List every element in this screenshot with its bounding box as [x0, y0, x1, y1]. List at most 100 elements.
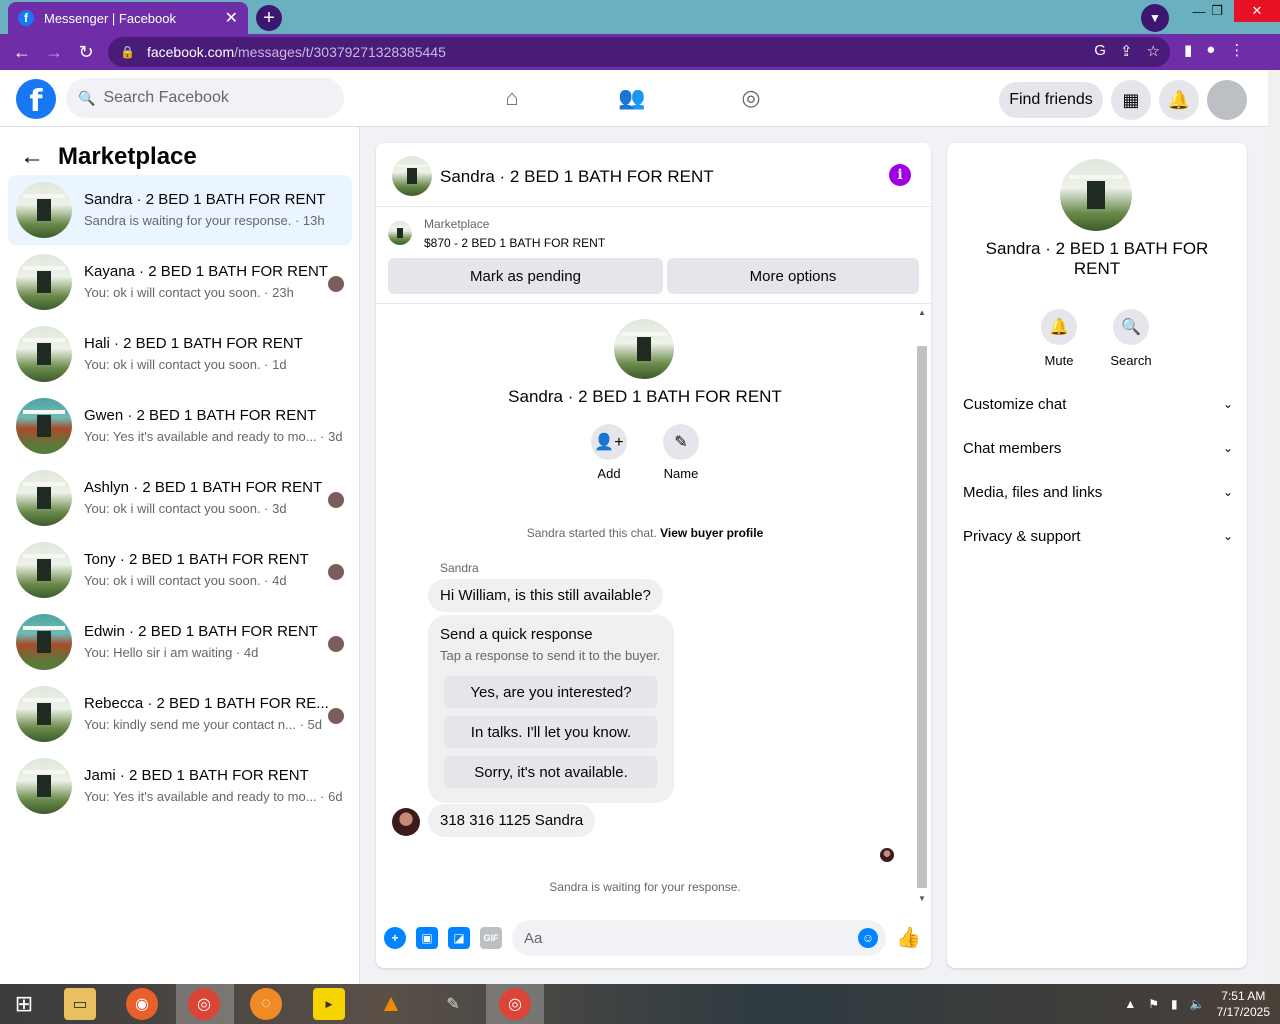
volume-icon[interactable]: 🔈 — [1190, 997, 1205, 1011]
facebook-search-input[interactable]: 🔍 Search Facebook — [66, 78, 344, 118]
chat-scrollbar[interactable]: ▲ ▼ — [916, 308, 928, 904]
new-tab-button[interactable]: + — [256, 5, 282, 31]
conversation-item[interactable]: Kayana · 2 BED 1 BATH FOR RENT You: ok i … — [8, 247, 352, 317]
network-icon[interactable]: ▮ — [1171, 997, 1178, 1011]
clock-date: 7/17/2025 — [1216, 1005, 1270, 1019]
conversation-thumbnail — [16, 254, 72, 310]
privacy-support-row[interactable]: Privacy & support ⌄ — [963, 514, 1233, 558]
facebook-favicon-icon: f — [18, 10, 34, 26]
close-tab-icon[interactable]: ✕ — [225, 8, 238, 28]
scroll-up-icon[interactable]: ▲ — [916, 308, 928, 317]
windows-start-icon[interactable]: ⊞ — [8, 988, 40, 1020]
firefox-icon[interactable]: ◉ — [126, 988, 158, 1020]
mute-label: Mute — [1044, 353, 1074, 368]
quick-response-in-talks[interactable]: In talks. I'll let you know. — [444, 716, 658, 748]
conversation-preview: You: Yes it's available and ready to mo.… — [84, 789, 343, 804]
message-input[interactable]: Aa ☺ — [512, 920, 886, 956]
sender-avatar[interactable] — [392, 808, 420, 836]
quick-response-not-available[interactable]: Sorry, it's not available. — [444, 756, 658, 788]
forward-icon[interactable]: → — [38, 36, 70, 68]
conversation-preview: You: ok i will contact you soon. · 23h — [84, 285, 294, 300]
back-arrow-icon[interactable]: ← — [20, 143, 44, 171]
tray-expand-icon[interactable]: ▲ — [1124, 997, 1136, 1011]
file-explorer-icon[interactable]: ▭ — [64, 988, 96, 1020]
photo-icon[interactable]: ▣ — [416, 927, 438, 949]
gif-icon[interactable]: GIF — [480, 927, 502, 949]
app-icon[interactable]: ✎ — [437, 988, 469, 1020]
started-text: Sandra started this chat. — [526, 526, 657, 540]
mute-action[interactable]: 🔔 Mute — [1029, 309, 1089, 368]
customize-chat-row[interactable]: Customize chat ⌄ — [963, 382, 1233, 426]
sidepanel-icon[interactable]: ▮ — [1184, 41, 1192, 59]
seen-avatar — [328, 708, 344, 724]
conversation-item[interactable]: Jami · 2 BED 1 BATH FOR RENT You: Yes it'… — [8, 751, 352, 821]
page-scrollbar[interactable] — [1268, 70, 1280, 984]
add-action[interactable]: 👤+ Add — [579, 424, 639, 481]
browser-tab[interactable]: f Messenger | Facebook ✕ — [8, 2, 248, 34]
add-label: Add — [597, 466, 621, 481]
bookmark-star-icon[interactable]: ☆ — [1147, 42, 1160, 60]
message-placeholder: Aa — [524, 929, 543, 947]
account-avatar[interactable] — [1207, 80, 1247, 120]
chat-avatar[interactable] — [392, 156, 432, 196]
sticker-icon[interactable]: ◪ — [448, 927, 470, 949]
message-bubble: Hi William, is this still available? — [428, 579, 663, 612]
chrome-icon[interactable]: ◎ — [188, 988, 220, 1020]
section-label: Customize chat — [963, 395, 1067, 413]
chat-members-row[interactable]: Chat members ⌄ — [963, 426, 1233, 470]
details-avatar[interactable] — [1060, 159, 1132, 231]
scroll-down-icon[interactable]: ▼ — [916, 894, 928, 903]
details-name: Sandra · 2 BED 1 BATH FOR RENT — [985, 239, 1209, 278]
action-center-flag-icon[interactable]: ⚑ — [1148, 997, 1159, 1011]
plus-icon[interactable]: + — [384, 927, 406, 949]
listing-thumbnail[interactable] — [388, 221, 412, 245]
find-friends-button[interactable]: Find friends — [999, 82, 1103, 118]
name-action[interactable]: ✎ Name — [651, 424, 711, 481]
chat-title[interactable]: Sandra · 2 BED 1 BATH FOR RENT — [440, 167, 714, 187]
more-options-button[interactable]: More options — [667, 258, 919, 294]
conversation-item[interactable]: Tony · 2 BED 1 BATH FOR RENT You: ok i wi… — [8, 535, 352, 605]
profile-icon[interactable]: ● — [1206, 41, 1215, 59]
emoji-icon[interactable]: ☺ — [858, 928, 878, 948]
friends-icon[interactable]: 👥 — [618, 84, 646, 112]
url-domain: facebook.com — [146, 44, 235, 60]
clock[interactable]: 7:51 AM 7/17/2025 — [1217, 988, 1270, 1020]
conversation-item[interactable]: Edwin · 2 BED 1 BATH FOR RENT You: Hello … — [8, 607, 352, 677]
vlc-icon[interactable]: ▲ — [375, 988, 407, 1020]
uc-browser-icon[interactable]: ◌ — [250, 988, 282, 1020]
player-icon[interactable]: ▶ — [313, 988, 345, 1020]
menu-kebab-icon[interactable]: ⋮ — [1229, 41, 1244, 59]
message-bubble: 318 316 1125 Sandra — [428, 804, 596, 837]
view-buyer-profile-link[interactable]: View buyer profile — [660, 526, 763, 540]
mark-pending-button[interactable]: Mark as pending — [388, 258, 663, 294]
scroll-thumb[interactable] — [917, 346, 927, 888]
close-window-button[interactable]: ✕ — [1234, 0, 1280, 22]
tab-search-button[interactable]: ▼ — [1141, 4, 1169, 32]
conversation-item[interactable]: Ashlyn · 2 BED 1 BATH FOR RENT You: ok i … — [8, 463, 352, 533]
info-icon[interactable]: i — [889, 164, 911, 186]
search-action[interactable]: 🔍 Search — [1101, 309, 1161, 368]
chrome-profile-icon[interactable]: ◎ — [499, 988, 531, 1020]
conversation-thumbnail — [16, 470, 72, 526]
profile-picture[interactable] — [614, 319, 674, 379]
share-icon[interactable]: ⇪ — [1120, 42, 1133, 60]
quick-response-subtitle: Tap a response to send it to the buyer. — [440, 648, 661, 663]
reload-icon[interactable]: ↻ — [70, 36, 102, 68]
notifications-bell-icon[interactable]: 🔔 — [1159, 80, 1199, 120]
quick-response-yes[interactable]: Yes, are you interested? — [444, 676, 658, 708]
back-icon[interactable]: ← — [6, 36, 38, 68]
listing-price[interactable]: $870 - 2 BED 1 BATH FOR RENT — [424, 236, 605, 250]
chat-header: Sandra · 2 BED 1 BATH FOR RENT i — [376, 143, 931, 207]
url-input[interactable]: 🔒 facebook.com/messages/t/30379271328385… — [108, 37, 1170, 67]
conversation-item[interactable]: Hali · 2 BED 1 BATH FOR RENT You: ok i wi… — [8, 319, 352, 389]
conversation-item[interactable]: Gwen · 2 BED 1 BATH FOR RENT You: Yes it'… — [8, 391, 352, 461]
media-files-links-row[interactable]: Media, files and links ⌄ — [963, 470, 1233, 514]
like-thumbs-up-icon[interactable]: 👍 — [896, 925, 921, 950]
facebook-logo-icon[interactable]: f — [16, 79, 56, 119]
conversation-item[interactable]: Rebecca · 2 BED 1 BATH FOR RE... You: kin… — [8, 679, 352, 749]
menu-grid-icon[interactable]: ▦ — [1111, 80, 1151, 120]
google-icon[interactable]: G — [1094, 42, 1106, 60]
conversation-item[interactable]: Sandra · 2 BED 1 BATH FOR RENT Sandra is … — [8, 175, 352, 245]
home-icon[interactable]: ⌂ — [498, 84, 526, 112]
groups-icon[interactable]: ◎ — [737, 84, 765, 112]
